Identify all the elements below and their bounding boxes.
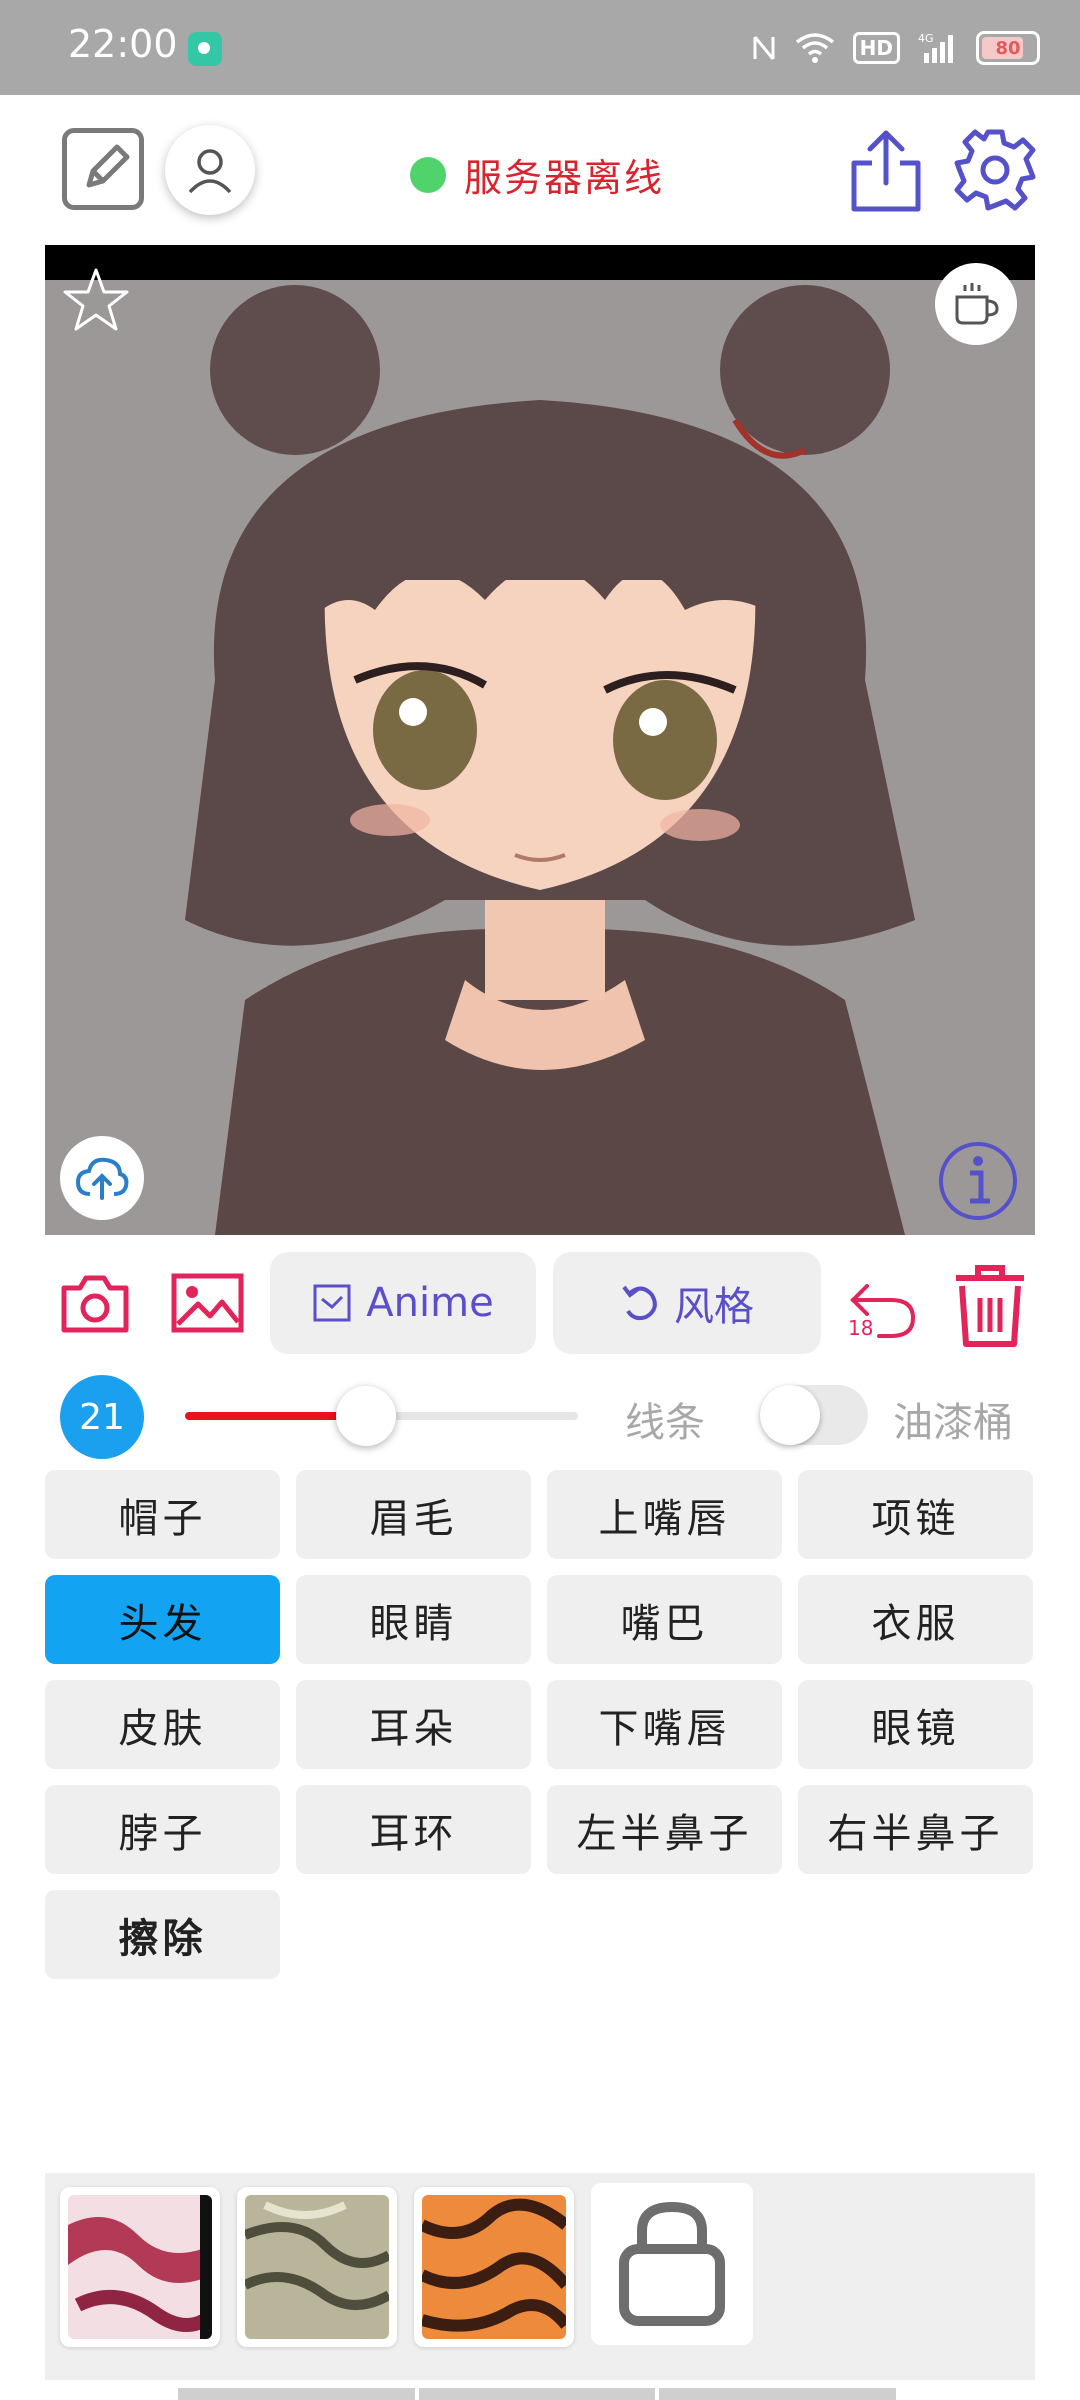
- part-button[interactable]: 眼镜: [798, 1680, 1033, 1769]
- brush-controls: 21 线条 油漆桶: [0, 1370, 1080, 1460]
- part-button[interactable]: 衣服: [798, 1575, 1033, 1664]
- server-status-text: 服务器离线: [464, 156, 665, 200]
- delete-trash-button[interactable]: [950, 1264, 1030, 1348]
- part-button[interactable]: 嘴巴: [547, 1575, 782, 1664]
- tiger-texture-thumbnail: [422, 2195, 566, 2339]
- status-bar: 22:00 HD 4G 80: [0, 0, 1080, 95]
- anime-mode-button[interactable]: Anime: [270, 1252, 536, 1354]
- coffee-cup-icon: [955, 283, 999, 325]
- info-button[interactable]: [936, 1139, 1020, 1223]
- drawing-canvas[interactable]: [45, 245, 1035, 1235]
- gallery-image-button[interactable]: [170, 1272, 245, 1334]
- style-label: 风格: [674, 1284, 754, 1330]
- user-icon: [188, 149, 232, 194]
- status-icons: HD 4G 80: [751, 26, 1040, 70]
- generated-anime-image: [45, 280, 1035, 1235]
- brush-size-slider[interactable]: [185, 1386, 578, 1446]
- canvas-top-strip: [45, 245, 1035, 280]
- wifi-icon: [795, 33, 834, 63]
- line-mode-label: 线条: [625, 1400, 705, 1446]
- top-bar: 服务器离线: [0, 95, 1080, 245]
- paint-bucket-toggle[interactable]: [760, 1385, 868, 1445]
- style-button[interactable]: 风格: [553, 1252, 821, 1354]
- erase-button[interactable]: 擦除: [45, 1890, 280, 1979]
- sketch-mode-button[interactable]: [62, 128, 144, 210]
- face-part-grid: 帽子 眉毛 上嘴唇 项链 头发 眼睛 嘴巴 衣服 皮肤 耳朵 下嘴唇 眼镜 脖子…: [45, 1470, 1035, 1979]
- part-button[interactable]: 眼睛: [296, 1575, 531, 1664]
- part-button[interactable]: 左半鼻子: [547, 1785, 782, 1874]
- part-button[interactable]: 耳环: [296, 1785, 531, 1874]
- part-button[interactable]: 右半鼻子: [798, 1785, 1033, 1874]
- server-status: 服务器离线: [410, 147, 664, 202]
- battery-level: 80: [995, 37, 1021, 59]
- user-profile-button[interactable]: [165, 125, 255, 215]
- svg-text:4G: 4G: [918, 32, 934, 45]
- texture-swatch[interactable]: [60, 2187, 220, 2347]
- hd-icon: HD: [852, 32, 900, 64]
- texture-swatch-bar: [45, 2173, 1035, 2380]
- cloud-upload-button[interactable]: [60, 1136, 144, 1220]
- undo-count: 18: [848, 1316, 874, 1340]
- part-button[interactable]: 下嘴唇: [547, 1680, 782, 1769]
- slider-thumb[interactable]: [335, 1386, 396, 1446]
- donate-coffee-button[interactable]: [935, 263, 1017, 345]
- anime-label: Anime: [366, 1280, 494, 1326]
- signal-icon: 4G: [918, 32, 953, 63]
- part-button-selected[interactable]: 头发: [45, 1575, 280, 1664]
- share-button[interactable]: [848, 127, 924, 215]
- locked-texture-slot[interactable]: [591, 2183, 753, 2345]
- lock-icon: [619, 2201, 725, 2326]
- part-button[interactable]: 项链: [798, 1470, 1033, 1559]
- olive-texture-thumbnail: [245, 2195, 389, 2339]
- battery-icon: 80: [976, 31, 1040, 65]
- part-button[interactable]: 脖子: [45, 1785, 280, 1874]
- status-time: 22:00: [68, 22, 178, 66]
- nfc-icon: [753, 36, 775, 60]
- cloud-upload-icon: [75, 1157, 129, 1200]
- texture-swatch[interactable]: [237, 2187, 397, 2347]
- part-button[interactable]: 眉毛: [296, 1470, 531, 1559]
- refresh-icon: [622, 1285, 657, 1321]
- bottom-page-indicator: [178, 2388, 897, 2400]
- paint-bucket-label: 油漆桶: [893, 1400, 1013, 1446]
- edit-toolbar: Anime 风格 18: [0, 1250, 1080, 1355]
- texture-swatch[interactable]: [414, 2187, 574, 2347]
- app-notification-icon: [188, 32, 222, 66]
- favorite-star-button[interactable]: [61, 265, 131, 335]
- settings-gear-button[interactable]: [952, 127, 1038, 213]
- part-button[interactable]: 耳朵: [296, 1680, 531, 1769]
- pink-texture-thumbnail: [68, 2195, 212, 2339]
- checkbox-icon: [313, 1284, 351, 1322]
- part-button[interactable]: 帽子: [45, 1470, 280, 1559]
- brush-size-indicator[interactable]: 21: [60, 1375, 144, 1459]
- part-button[interactable]: 皮肤: [45, 1680, 280, 1769]
- part-button[interactable]: 上嘴唇: [547, 1470, 782, 1559]
- toggle-knob: [760, 1385, 820, 1445]
- status-dot-icon: [410, 156, 446, 193]
- pen-edit-icon: [86, 144, 130, 188]
- camera-button[interactable]: [60, 1272, 130, 1334]
